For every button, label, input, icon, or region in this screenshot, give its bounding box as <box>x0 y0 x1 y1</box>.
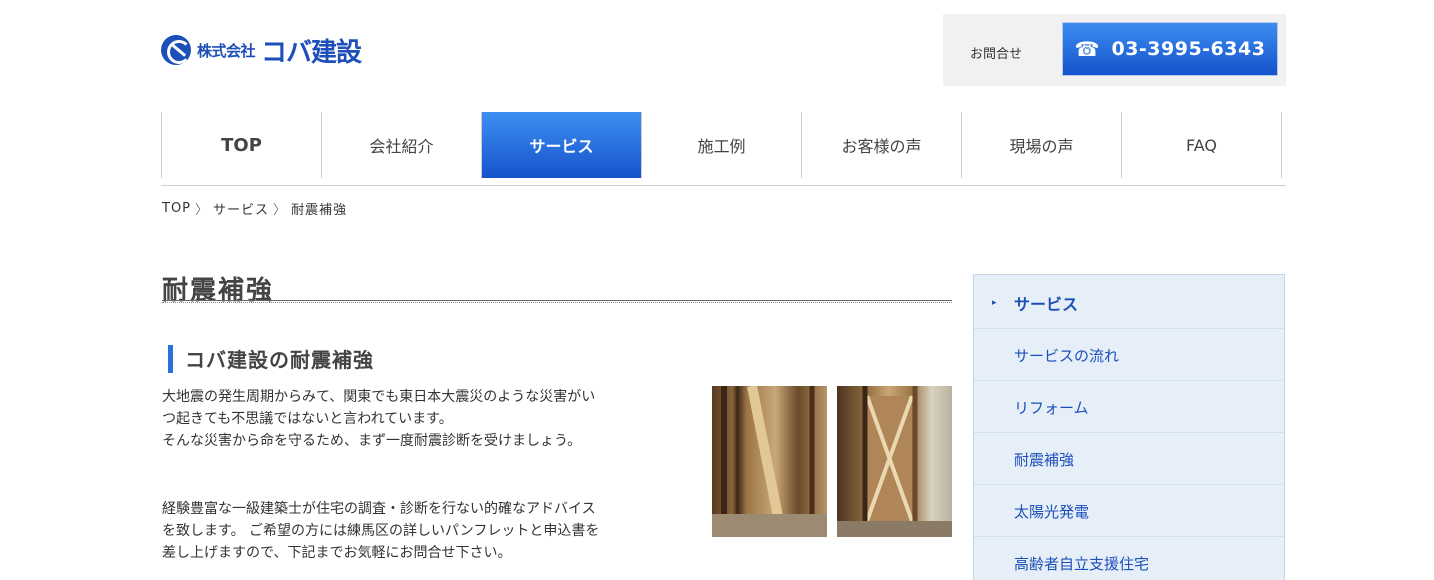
nav-item-faq[interactable]: FAQ <box>1122 112 1282 178</box>
photo-1-graphic <box>712 386 827 537</box>
nav-item-works[interactable]: 施工例 <box>642 112 802 178</box>
intro-paragraph: 大地震の発生周期からみて、関東でも東日本大震災のような災害がい つ起きても不思議… <box>162 386 682 452</box>
nav-item-site-voice[interactable]: 現場の声 <box>962 112 1122 178</box>
nav-item-top[interactable]: TOP <box>162 112 322 178</box>
triangle-bullet-icon: ▸ <box>992 298 997 308</box>
section-marker <box>168 345 173 373</box>
section-title: コバ建設の耐震補強 <box>185 348 374 372</box>
paragraph-line: を致します。 ご希望の方には練馬区の詳しいパンフレットと申込書を <box>162 523 600 539</box>
paragraph-line: そんな災害から命を守るため、まず一度耐震診断を受けましょう。 <box>162 433 582 449</box>
chevron-right-icon: 〉 <box>195 203 210 218</box>
phone-number: 03-3995-6343 <box>1111 38 1266 60</box>
logo-mark-icon <box>161 35 191 65</box>
sidebar-item-label: 太陽光発電 <box>1014 502 1090 521</box>
reinforcement-photo-1 <box>712 386 827 537</box>
phone-button[interactable]: ☎ 03-3995-6343 <box>1062 22 1278 76</box>
sidebar-item-label: リフォーム <box>1014 398 1089 417</box>
contact-box: お問合せ ☎ 03-3995-6343 <box>943 14 1286 86</box>
sidebar-item-reform[interactable]: リフォーム <box>974 381 1284 433</box>
sidebar-item-seismic[interactable]: 耐震補強 <box>974 433 1284 485</box>
logo-company-name: コバ建設 <box>261 37 362 68</box>
breadcrumb: TOP 〉 サービス 〉 耐震補強 <box>162 199 347 218</box>
advice-paragraph: 経験豊富な一級建築士が住宅の調査・診断を行ない的確なアドバイス を致します。 ご… <box>162 498 682 564</box>
logo-company-type: 株式会社 <box>197 41 256 60</box>
nav-divider <box>161 185 1286 186</box>
nav-item-customer-voice[interactable]: お客様の声 <box>802 112 962 178</box>
sidebar-heading-service[interactable]: ▸ サービス <box>974 277 1284 329</box>
company-logo[interactable]: 株式会社 コバ建設 <box>161 32 362 68</box>
sidebar-item-label: 高齢者自立支援住宅 <box>1014 554 1150 573</box>
paragraph-line: 経験豊富な一級建築士が住宅の調査・診断を行ない的確なアドバイス <box>162 501 596 517</box>
sidebar-item-solar[interactable]: 太陽光発電 <box>974 485 1284 537</box>
photo-2-graphic <box>837 386 952 537</box>
chevron-right-icon: 〉 <box>273 203 288 218</box>
breadcrumb-current: 耐震補強 <box>291 203 348 218</box>
breadcrumb-service[interactable]: サービス <box>213 199 269 218</box>
breadcrumb-top[interactable]: TOP <box>162 201 191 216</box>
sidebar-item-label: 耐震補強 <box>1014 450 1075 469</box>
sidebar-heading-label: サービス <box>1014 295 1079 314</box>
paragraph-line: つ起きても不思議ではないと言われています。 <box>162 411 453 427</box>
title-underline <box>162 300 952 303</box>
nav-item-company[interactable]: 会社紹介 <box>322 112 482 178</box>
sidebar: ▸ サービス サービスの流れ リフォーム 耐震補強 太陽光発電 高齢者自立支援住… <box>973 274 1285 580</box>
paragraph-line: 大地震の発生周期からみて、関東でも東日本大震災のような災害がい <box>162 389 596 405</box>
paragraph-line: 差し上げますので、下記までお気軽にお問合せ下さい。 <box>162 545 512 561</box>
reinforcement-photo-2 <box>837 386 952 537</box>
nav-item-service[interactable]: サービス <box>482 112 642 178</box>
sidebar-item-label: サービスの流れ <box>1014 346 1120 365</box>
sidebar-item-flow[interactable]: サービスの流れ <box>974 329 1284 381</box>
sidebar-item-elderly-housing[interactable]: 高齢者自立支援住宅 <box>974 537 1284 580</box>
main-nav: TOP 会社紹介 サービス 施工例 お客様の声 現場の声 FAQ <box>161 112 1286 178</box>
contact-label: お問合せ <box>970 47 1023 62</box>
telephone-icon: ☎ <box>1074 37 1100 61</box>
